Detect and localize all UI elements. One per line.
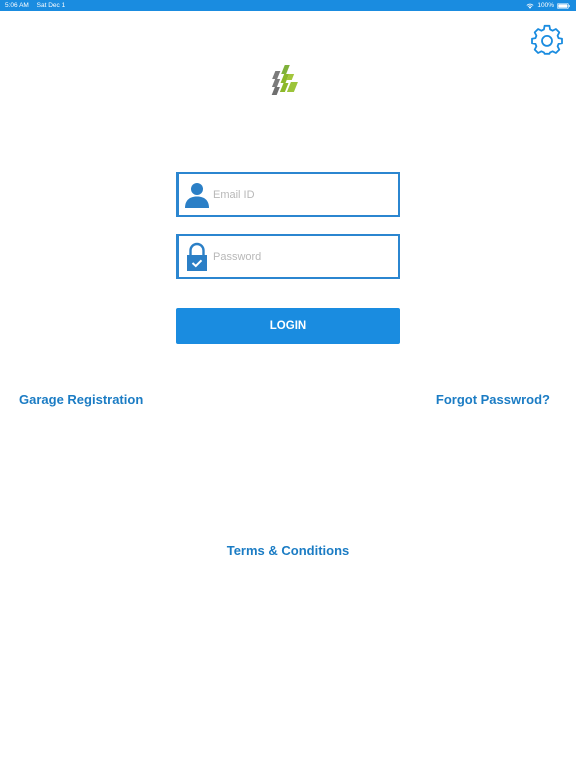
status-date: Sat Dec 1	[36, 2, 66, 9]
battery-percent: 100%	[537, 2, 554, 9]
status-right: 100%	[526, 0, 570, 11]
email-input[interactable]	[213, 174, 395, 215]
password-input[interactable]	[213, 236, 395, 277]
brand-logo	[266, 62, 310, 102]
settings-button[interactable]	[531, 24, 563, 56]
user-icon	[185, 183, 209, 208]
wifi-icon	[526, 3, 534, 9]
terms-conditions-link[interactable]: Terms & Conditions	[0, 543, 576, 558]
garage-registration-link[interactable]: Garage Registration	[19, 392, 143, 407]
battery-icon	[557, 2, 570, 9]
status-bar: 5:06 AM Sat Dec 1 100%	[0, 0, 576, 11]
login-screen: 5:06 AM Sat Dec 1 100% Email ID LOGIN Ga…	[0, 0, 576, 768]
status-left: 5:06 AM Sat Dec 1	[5, 0, 71, 11]
email-field[interactable]	[176, 172, 400, 217]
lock-icon	[187, 242, 207, 271]
forgot-password-link[interactable]: Forgot Passwrod?	[436, 392, 550, 407]
gear-icon	[531, 24, 563, 55]
password-field[interactable]	[176, 234, 400, 279]
login-button[interactable]: LOGIN	[176, 308, 400, 344]
status-time: 5:06 AM	[5, 2, 29, 9]
